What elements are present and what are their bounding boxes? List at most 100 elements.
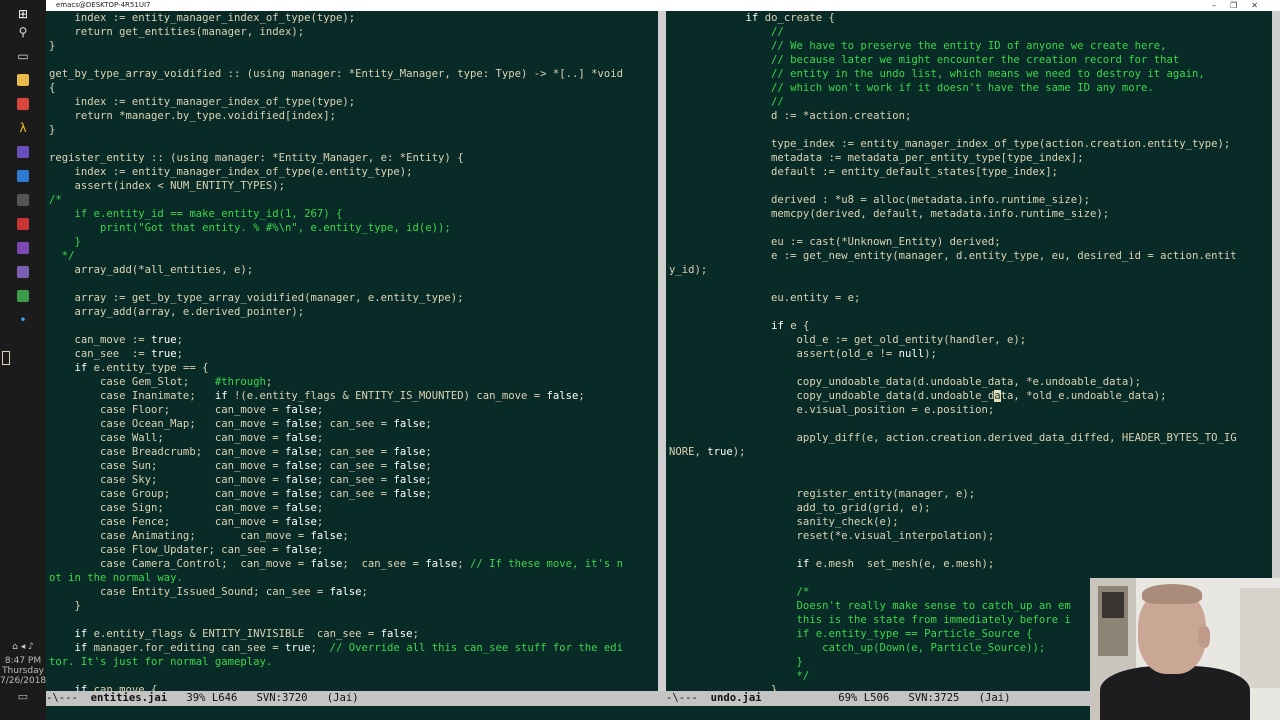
left-editor-pane[interactable]: index := entity_manager_index_of_type(ty… xyxy=(46,11,658,691)
code-line[interactable]: tor. It's just for normal gameplay. xyxy=(49,655,623,669)
code-line[interactable]: if e { xyxy=(669,319,1237,333)
modeline-buffer-name[interactable]: entities.jai xyxy=(91,692,168,704)
code-line[interactable]: can_move := true; xyxy=(49,333,623,347)
code-line[interactable]: eu := cast(*Unknown_Entity) derived; xyxy=(669,235,1237,249)
code-line[interactable]: case Flow_Updater; can_see = false; xyxy=(49,543,623,557)
code-line[interactable]: e := get_new_entity(manager, d.entity_ty… xyxy=(669,249,1237,263)
code-line[interactable]: if e.entity_id == make_entity_id(1, 267)… xyxy=(49,207,623,221)
code-line[interactable] xyxy=(49,319,623,333)
code-line[interactable]: case Breadcrumb; can_move = false; can_s… xyxy=(49,445,623,459)
visual-studio-icon[interactable] xyxy=(12,238,34,258)
code-line[interactable]: reset(*e.visual_interpolation); xyxy=(669,529,1237,543)
code-line[interactable]: assert(index < NUM_ENTITY_TYPES); xyxy=(49,179,623,193)
code-line[interactable]: eu.entity = e; xyxy=(669,291,1237,305)
code-line[interactable]: return *manager.by_type.voidified[index]… xyxy=(49,109,623,123)
code-line[interactable]: case Sun; can_move = false; can_see = fa… xyxy=(49,459,623,473)
app-purple-icon[interactable] xyxy=(12,142,34,162)
chrome-icon[interactable] xyxy=(12,94,34,114)
window-titlebar[interactable]: emacs@DESKTOP-4R51UI7 –❐✕ xyxy=(46,0,1280,11)
code-line[interactable]: return get_entities(manager, index); xyxy=(49,25,623,39)
code-line[interactable] xyxy=(669,473,1237,487)
code-line[interactable]: case Group; can_move = false; can_see = … xyxy=(49,487,623,501)
code-line[interactable] xyxy=(669,543,1237,557)
code-line[interactable]: if e.entity_flags & ENTITY_INVISIBLE can… xyxy=(49,627,623,641)
code-line[interactable]: index := entity_manager_index_of_type(ty… xyxy=(49,11,623,25)
code-line[interactable]: // xyxy=(669,25,1237,39)
code-line[interactable] xyxy=(49,613,623,627)
code-line[interactable]: case Floor; can_move = false; xyxy=(49,403,623,417)
code-line[interactable]: register_entity(manager, e); xyxy=(669,487,1237,501)
app-lambda-icon[interactable]: λ xyxy=(12,118,34,138)
code-line[interactable]: case Wall; can_move = false; xyxy=(49,431,623,445)
code-line[interactable] xyxy=(669,123,1237,137)
code-line[interactable]: if do_create { xyxy=(669,11,1237,25)
code-line[interactable]: case Animating; can_move = false; xyxy=(49,529,623,543)
code-line[interactable]: ot in the normal way. xyxy=(49,571,623,585)
windows-start-icon[interactable]: ⊞ xyxy=(12,4,34,24)
code-line[interactable]: print("Got that entity. % #%\n", e.entit… xyxy=(49,221,623,235)
code-line[interactable]: case Fence; can_move = false; xyxy=(49,515,623,529)
code-line[interactable]: if can_move { xyxy=(49,683,623,691)
code-line[interactable]: can_see := true; xyxy=(49,347,623,361)
code-line[interactable]: d := *action.creation; xyxy=(669,109,1237,123)
clock-time[interactable]: 8:47 PM xyxy=(0,656,46,666)
code-line[interactable]: if e.entity_type == { xyxy=(49,361,623,375)
notification-icon[interactable]: ▭ xyxy=(0,691,46,702)
code-line[interactable]: copy_undoable_data(d.undoable_data, *old… xyxy=(669,389,1237,403)
code-line[interactable]: } xyxy=(49,39,623,53)
code-line[interactable]: case Sky; can_move = false; can_see = fa… xyxy=(49,473,623,487)
code-line[interactable]: } xyxy=(49,235,623,249)
code-line[interactable] xyxy=(49,137,623,151)
code-line[interactable] xyxy=(669,417,1237,431)
code-line[interactable] xyxy=(49,277,623,291)
code-line[interactable]: if manager.for_editing can_see = true; /… xyxy=(49,641,624,655)
app-blue-icon[interactable] xyxy=(12,166,34,186)
code-line[interactable]: { xyxy=(49,81,623,95)
code-line[interactable]: apply_diff(e, action.creation.derived_da… xyxy=(669,431,1237,445)
code-line[interactable]: // because later we might encounter the … xyxy=(669,53,1237,67)
search-icon[interactable]: ⚲ xyxy=(12,22,34,42)
left-scrollbar[interactable] xyxy=(658,11,666,691)
code-line[interactable]: } xyxy=(49,123,623,137)
code-line[interactable]: sanity_check(e); xyxy=(669,515,1237,529)
file-explorer-icon[interactable] xyxy=(12,70,34,90)
obs-icon[interactable] xyxy=(12,190,34,210)
window-controls[interactable]: –❐✕ xyxy=(1212,0,1272,11)
code-line[interactable]: // xyxy=(669,95,1237,109)
modeline-buffer-name[interactable]: undo.jai xyxy=(711,692,762,704)
code-line[interactable]: if e.mesh set_mesh(e, e.mesh); xyxy=(669,557,1237,571)
app-green-icon[interactable] xyxy=(12,286,34,306)
code-line[interactable] xyxy=(669,459,1237,473)
code-line[interactable]: case Inanimate; if !(e.entity_flags & EN… xyxy=(49,389,623,403)
code-line[interactable] xyxy=(49,669,623,683)
code-line[interactable]: case Gem_Slot; #through; xyxy=(49,375,623,389)
code-line[interactable]: // We have to preserve the entity ID of … xyxy=(669,39,1237,53)
code-line[interactable]: add_to_grid(grid, e); xyxy=(669,501,1237,515)
task-view-icon[interactable]: ▭ xyxy=(12,46,34,66)
code-line[interactable]: y_id); xyxy=(669,263,1237,277)
code-line[interactable]: index := entity_manager_index_of_type(ty… xyxy=(49,95,623,109)
code-line[interactable]: type_index := entity_manager_index_of_ty… xyxy=(669,137,1237,151)
code-line[interactable] xyxy=(669,305,1237,319)
code-line[interactable]: get_by_type_array_voidified :: (using ma… xyxy=(49,67,623,81)
tray-icons[interactable]: ⌂ ◂ ♪ xyxy=(0,642,46,652)
code-line[interactable] xyxy=(669,179,1237,193)
code-line[interactable]: array := get_by_type_array_voidified(man… xyxy=(49,291,623,305)
app-dot-icon[interactable]: • xyxy=(12,310,34,330)
code-line[interactable]: default := entity_default_states[type_in… xyxy=(669,165,1237,179)
code-line[interactable]: e.visual_position = e.position; xyxy=(669,403,1237,417)
code-line[interactable]: NORE, true); xyxy=(669,445,1237,459)
emacs-icon[interactable] xyxy=(12,262,34,282)
code-line[interactable]: // entity in the undo list, which means … xyxy=(669,67,1237,81)
code-line[interactable]: index := entity_manager_index_of_type(e.… xyxy=(49,165,623,179)
code-line[interactable]: */ xyxy=(49,249,623,263)
code-line[interactable] xyxy=(669,221,1237,235)
code-line[interactable]: array_add(*all_entities, e); xyxy=(49,263,623,277)
code-line[interactable]: case Entity_Issued_Sound; can_see = fals… xyxy=(49,585,623,599)
code-line[interactable]: case Ocean_Map; can_move = false; can_se… xyxy=(49,417,623,431)
code-line[interactable]: case Sign; can_move = false; xyxy=(49,501,623,515)
code-line[interactable] xyxy=(669,277,1237,291)
left-code-buffer[interactable]: index := entity_manager_index_of_type(ty… xyxy=(46,11,623,691)
app-red-icon[interactable] xyxy=(12,214,34,234)
code-line[interactable]: case Camera_Control; can_move = false; c… xyxy=(49,557,623,571)
